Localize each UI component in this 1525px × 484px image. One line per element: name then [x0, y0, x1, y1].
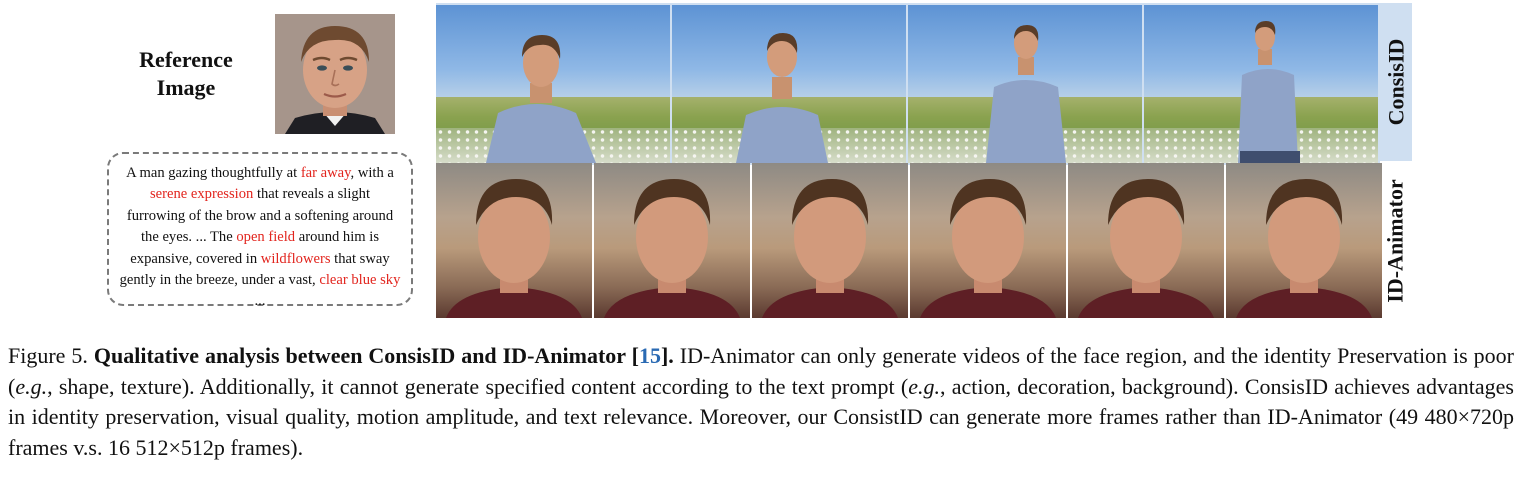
face-portrait-icon	[275, 14, 395, 134]
id-animator-frame	[752, 163, 908, 318]
man-figure-icon	[1238, 21, 1300, 163]
prompt-highlight: serene expression	[149, 186, 254, 203]
caption-title: Qualitative analysis between ConsisID an…	[93, 343, 639, 368]
id-animator-frame	[594, 163, 750, 318]
reference-label-line2: Image	[156, 75, 216, 100]
caption-text: , shape, texture). Additionally, it cann…	[47, 373, 909, 399]
text-prompt-box: A man gazing thoughtfully at far away, w…	[107, 152, 413, 310]
prompt-text: A man gazing thoughtfully at	[126, 165, 301, 181]
prompt-text: , with a	[350, 165, 394, 181]
prompt-highlight: open field	[236, 229, 296, 246]
id-animator-frames-row	[436, 163, 1382, 318]
man-figure-icon	[486, 35, 596, 163]
prompt-text: ...	[254, 293, 266, 310]
face-closeup-icon	[446, 179, 582, 318]
face-closeup-icon	[920, 179, 1056, 318]
man-figure-icon	[736, 33, 828, 163]
figure-caption: Figure 5. Qualitative analysis between C…	[8, 341, 1514, 463]
id-animator-label-text: ID-Animator	[1383, 178, 1408, 303]
consisid-label-text: ConsisID	[1383, 38, 1408, 126]
reference-face-photo	[275, 14, 395, 134]
id-animator-frame	[910, 163, 1066, 318]
man-figure-icon	[986, 25, 1066, 163]
caption-eg: e.g.	[908, 373, 940, 399]
reference-image-label: Reference Image	[118, 46, 254, 102]
consisid-frame	[436, 5, 670, 163]
citation-link[interactable]: 15	[639, 343, 661, 368]
id-animator-frame	[1068, 163, 1224, 318]
prompt-highlight: far away	[300, 165, 351, 181]
id-animator-frame	[436, 163, 592, 318]
consisid-frame	[1144, 5, 1378, 163]
face-closeup-icon	[604, 179, 740, 318]
caption-figure-number: Figure 5.	[8, 343, 94, 368]
consisid-row-label: ConsisID	[1380, 3, 1412, 161]
consisid-frame	[908, 5, 1142, 163]
face-closeup-icon	[1078, 179, 1214, 318]
prompt-highlight: clear blue sky	[319, 272, 401, 289]
caption-title-end: ].	[660, 343, 674, 368]
face-closeup-icon	[1236, 179, 1372, 318]
reference-label-line1: Reference	[139, 47, 233, 72]
consisid-frame	[672, 5, 906, 163]
consisid-frames-row	[436, 3, 1380, 165]
id-animator-frame	[1226, 163, 1382, 318]
prompt-highlight: wildflowers	[260, 250, 331, 267]
id-animator-row-label: ID-Animator	[1380, 163, 1412, 318]
face-closeup-icon	[762, 179, 898, 318]
caption-eg: e.g.	[15, 373, 48, 399]
